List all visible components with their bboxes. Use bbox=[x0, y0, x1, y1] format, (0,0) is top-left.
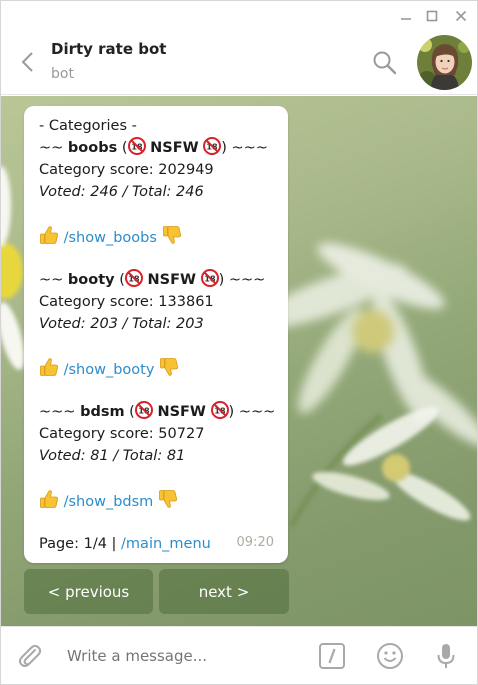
emoji-icon[interactable] bbox=[375, 641, 405, 671]
thumbs-up-icon bbox=[39, 225, 59, 252]
maximize-icon[interactable] bbox=[421, 5, 443, 27]
chat-header: Dirty rate bot bot bbox=[1, 31, 477, 95]
no-under-18-icon: 18 bbox=[210, 401, 229, 426]
title-bar bbox=[1, 1, 477, 31]
close-icon[interactable] bbox=[450, 5, 472, 27]
chat-title[interactable]: Dirty rate bot bbox=[51, 40, 166, 58]
minimize-icon[interactable] bbox=[395, 5, 417, 27]
thumbs-down-icon bbox=[159, 357, 179, 384]
chat-subtitle: bot bbox=[51, 66, 74, 82]
main-menu-link[interactable]: /main_menu bbox=[121, 536, 211, 552]
show-bdsm-link[interactable]: /show_bdsm bbox=[64, 494, 154, 510]
message-composer bbox=[1, 626, 477, 684]
category-title: ~~~ bdsm (18 NSFW 18) ~~~ bbox=[39, 401, 275, 426]
previous-button[interactable]: < previous bbox=[24, 569, 153, 614]
category-name: boobs bbox=[67, 140, 118, 156]
category-title: ~~ booty (18 NSFW 18) ~~~ bbox=[39, 269, 273, 291]
next-button[interactable]: next > bbox=[159, 569, 289, 614]
category-name: bdsm bbox=[80, 404, 125, 420]
category-votes: Voted: 81 / Total: 81 bbox=[39, 448, 186, 464]
thumbs-up-icon bbox=[39, 489, 59, 516]
bot-message-bubble: - Categories - ~~ boobs (18 NSFW 18) ~~~… bbox=[24, 106, 288, 563]
category-title: ~~ boobs (18 NSFW 18) ~~~ bbox=[39, 137, 273, 159]
back-arrow-icon[interactable] bbox=[15, 48, 39, 76]
show-boobs-link[interactable]: /show_boobs bbox=[64, 230, 157, 246]
microphone-icon[interactable] bbox=[431, 641, 461, 671]
thumbs-down-icon bbox=[162, 225, 182, 252]
avatar[interactable] bbox=[417, 35, 472, 90]
message-heading: - Categories - bbox=[39, 118, 137, 134]
category-votes: Voted: 246 / Total: 246 bbox=[39, 184, 204, 200]
bot-commands-icon[interactable] bbox=[317, 641, 347, 671]
category-command-row: /show_boobs bbox=[39, 225, 273, 247]
message-input[interactable] bbox=[67, 644, 297, 668]
search-icon[interactable] bbox=[372, 50, 398, 76]
category-votes: Voted: 203 / Total: 203 bbox=[39, 316, 204, 332]
thumbs-down-icon bbox=[158, 489, 178, 516]
attach-icon[interactable] bbox=[15, 641, 45, 671]
page-text: Page: 1/4 | bbox=[39, 536, 122, 552]
message-time: 09:20 bbox=[236, 535, 274, 550]
category-score: Category score: 202949 bbox=[39, 162, 214, 178]
show-booty-link[interactable]: /show_booty bbox=[64, 362, 155, 378]
thumbs-up-icon bbox=[39, 357, 59, 384]
telegram-window: Dirty rate bot bot - Categories - ~~ boo… bbox=[0, 0, 478, 685]
category-command-row: /show_bdsm bbox=[39, 489, 273, 511]
chat-area[interactable]: - Categories - ~~ boobs (18 NSFW 18) ~~~… bbox=[1, 96, 477, 626]
category-command-row: /show_booty bbox=[39, 357, 273, 379]
category-name: booty bbox=[67, 272, 115, 288]
category-score: Category score: 133861 bbox=[39, 294, 214, 310]
category-score: Category score: 50727 bbox=[39, 426, 205, 442]
